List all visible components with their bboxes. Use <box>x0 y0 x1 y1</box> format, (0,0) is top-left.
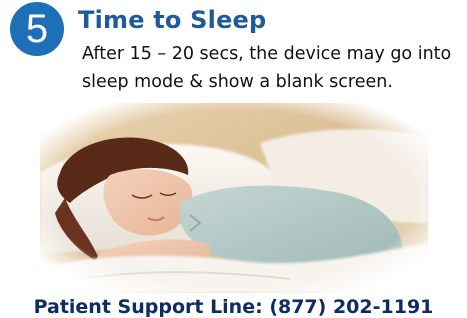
instruction-card: 5 Time to Sleep After 15 – 20 secs, the … <box>0 0 467 318</box>
sleeping-woman-photo <box>40 103 428 293</box>
step-description: After 15 – 20 secs, the device may go in… <box>82 44 452 92</box>
sleeping-woman-illustration <box>40 103 428 293</box>
vignette <box>40 103 428 293</box>
step-number-badge: 5 <box>10 2 64 56</box>
step-title: Time to Sleep <box>78 6 267 34</box>
step-number: 5 <box>25 7 49 51</box>
patient-support-line: Patient Support Line: (877) 202-1191 <box>33 296 434 318</box>
